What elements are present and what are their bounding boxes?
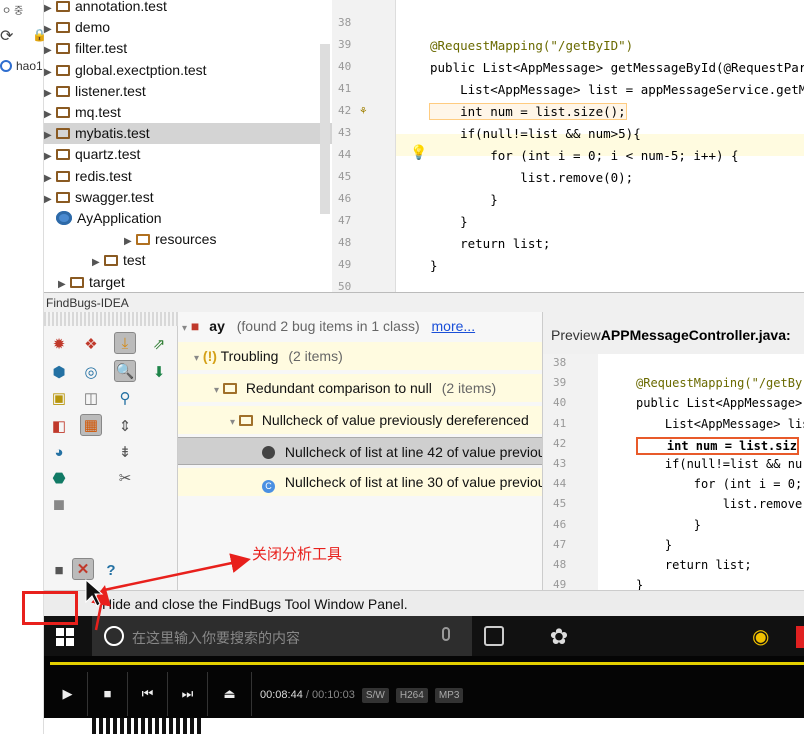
annotation-arrows bbox=[85, 553, 251, 631]
annotation-text: 关闭分析工具 bbox=[252, 546, 343, 563]
arrow-up bbox=[91, 585, 111, 631]
mouse-cursor-icon bbox=[85, 578, 104, 607]
arrow-right bbox=[103, 553, 251, 592]
